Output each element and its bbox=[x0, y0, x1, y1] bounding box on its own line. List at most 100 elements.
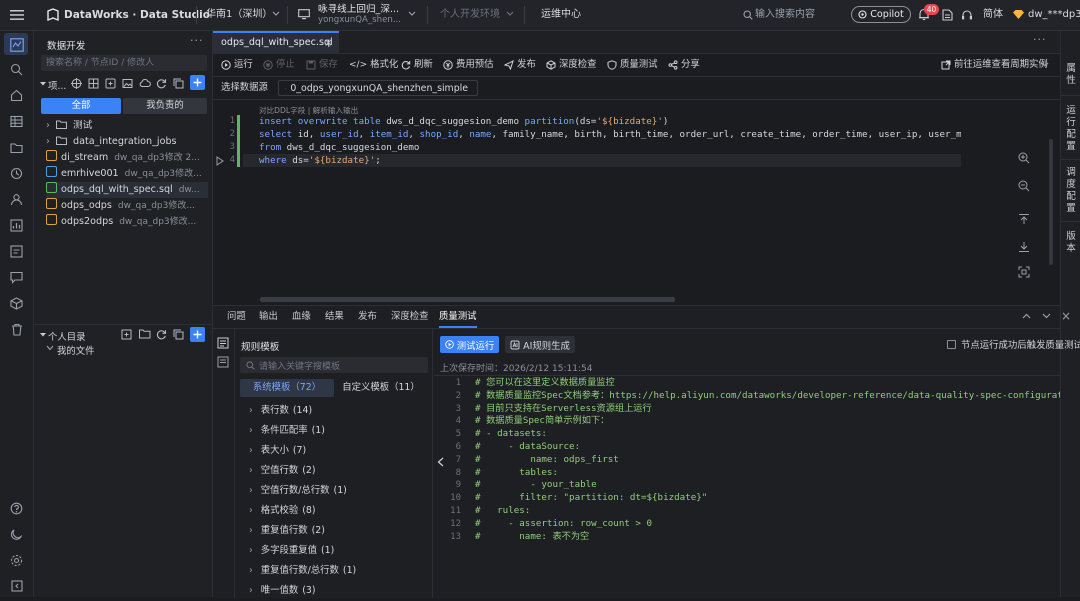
home-icon[interactable] bbox=[8, 87, 25, 104]
target-icon[interactable] bbox=[71, 78, 82, 89]
template-item[interactable]: › 重复值行数/总行数 (1) bbox=[249, 561, 429, 581]
quality-test-button[interactable]: 质量测试 bbox=[607, 54, 658, 76]
trigger-checkbox[interactable] bbox=[947, 340, 956, 349]
chevron-up-icon[interactable] bbox=[1022, 313, 1031, 319]
code-line[interactable]: select id, user_id, item_id, shop_id, na… bbox=[259, 128, 961, 141]
env-selector[interactable]: 个人开发环境 bbox=[440, 0, 500, 30]
rule-list-icon[interactable] bbox=[217, 356, 229, 368]
tree-folder-data-integration[interactable]: › data_integration_jobs bbox=[46, 134, 208, 150]
fit-screen-icon[interactable] bbox=[1018, 266, 1030, 278]
document-icon[interactable] bbox=[942, 9, 953, 21]
api-icon[interactable] bbox=[8, 243, 25, 260]
tree-file-di-stream[interactable]: di_stream dw_qa_dp3修改 2... bbox=[46, 150, 208, 166]
run-button[interactable]: 运行 bbox=[221, 54, 253, 76]
chevron-right-icon[interactable]: › bbox=[249, 485, 253, 496]
brand-title[interactable]: DataWorks · Data Studio bbox=[64, 0, 210, 30]
goto-ops-button[interactable]: 前往运维查看周期实例 bbox=[941, 54, 1048, 76]
global-search-input[interactable]: 输入搜索内容 bbox=[755, 0, 815, 30]
properties-tab[interactable]: 属性 bbox=[1064, 63, 1078, 87]
quality-spec-editor[interactable]: # 您可以在这里定义数据质量监控 # 数据质量监控Spec文档参考：https:/… bbox=[475, 377, 1060, 543]
personal-dir-title[interactable]: 个人目录 bbox=[48, 329, 86, 343]
collapse-sidebar-icon[interactable] bbox=[8, 577, 25, 594]
collapse-panel-icon[interactable] bbox=[437, 457, 444, 467]
test-run-button[interactable]: 测试运行 bbox=[440, 336, 499, 353]
workspace-selector[interactable]: 咏寻线上回归_深... yongxunQA_shen... bbox=[318, 4, 401, 26]
trash-icon[interactable] bbox=[8, 321, 25, 338]
sql-code[interactable]: insert overwrite table dws_d_dqc_suggesi… bbox=[259, 115, 961, 167]
tab-quality-test[interactable]: 质量测试 bbox=[439, 306, 477, 328]
close-icon[interactable]: × bbox=[324, 33, 333, 52]
custom-templates-tab[interactable]: 自定义模板（11） bbox=[334, 379, 428, 397]
add-file-icon[interactable] bbox=[121, 329, 132, 340]
template-item[interactable]: › 多字段重复值 (1) bbox=[249, 541, 429, 561]
template-item[interactable]: › 表大小 (7) bbox=[249, 441, 429, 461]
moon-icon[interactable] bbox=[8, 526, 25, 543]
spec-line[interactable]: # name: odps_first bbox=[475, 454, 1060, 467]
chart-icon[interactable] bbox=[8, 217, 25, 234]
collapse-arrow-icon[interactable] bbox=[39, 81, 47, 87]
format-button[interactable]: </> 格式化 bbox=[349, 54, 398, 76]
close-icon[interactable]: × bbox=[1061, 309, 1071, 323]
tab-publish[interactable]: 发布 bbox=[358, 306, 377, 328]
help-icon[interactable] bbox=[8, 500, 25, 517]
spec-line[interactable]: # rules: bbox=[475, 505, 1060, 518]
language-switch[interactable]: 简体 bbox=[983, 0, 1003, 30]
image-icon[interactable] bbox=[122, 78, 133, 89]
spec-line[interactable]: # - your_table bbox=[475, 479, 1060, 492]
tree-folder-test[interactable]: › 测试 bbox=[46, 118, 208, 134]
data-studio-icon[interactable] bbox=[8, 36, 25, 53]
collapse-arrow-icon[interactable] bbox=[39, 332, 47, 338]
refresh-icon[interactable] bbox=[156, 329, 167, 340]
table-icon[interactable] bbox=[8, 113, 25, 130]
spec-line[interactable]: # - dataSource: bbox=[475, 441, 1060, 454]
datasource-select[interactable]: 0_odps_yongxunQA_shenzhen_simple bbox=[278, 80, 478, 96]
tab-problems[interactable]: 问题 bbox=[227, 306, 246, 328]
run-config-tab[interactable]: 运行配置 bbox=[1064, 105, 1078, 153]
explorer-search-input[interactable]: 搜索名称 / 节点ID / 修改人 bbox=[41, 55, 207, 71]
template-search-input[interactable]: 请输入关键字搜模板 bbox=[240, 357, 428, 373]
more-icon[interactable]: ··· bbox=[1033, 33, 1047, 46]
chevron-right-icon[interactable]: › bbox=[249, 565, 253, 576]
template-item[interactable]: › 格式校验 (8) bbox=[249, 501, 429, 521]
filter-mine-button[interactable]: 我负责的 bbox=[123, 98, 207, 114]
code-line[interactable]: where ds='${bizdate}'; bbox=[259, 154, 961, 167]
cloud-icon[interactable] bbox=[139, 78, 151, 88]
message-icon[interactable] bbox=[8, 269, 25, 286]
gear-icon[interactable] bbox=[8, 552, 25, 569]
add-folder-icon[interactable] bbox=[139, 329, 151, 339]
spec-line[interactable]: # 目前只支持在Serverless资源组上运行 bbox=[475, 403, 1060, 416]
system-templates-tab[interactable]: 系统模板（72） bbox=[240, 379, 334, 397]
chevron-right-icon[interactable]: › bbox=[249, 545, 253, 556]
chevron-right-icon[interactable]: › bbox=[249, 585, 253, 596]
add-button[interactable] bbox=[190, 75, 205, 90]
chevron-down-icon[interactable] bbox=[272, 11, 280, 17]
zoom-out-icon[interactable] bbox=[1018, 180, 1030, 192]
code-line[interactable]: insert overwrite table dws_d_dqc_suggesi… bbox=[259, 115, 961, 128]
my-files-item[interactable]: 我的文件 bbox=[57, 343, 95, 357]
spec-line[interactable]: # - datasets: bbox=[475, 428, 1060, 441]
tree-file-odps-dql-with-spec[interactable]: odps_dql_with_spec.sql dw... bbox=[46, 182, 208, 198]
more-icon[interactable]: ··· bbox=[190, 34, 204, 47]
refresh-button[interactable]: 刷新 bbox=[401, 54, 433, 76]
chevron-right-icon[interactable]: › bbox=[249, 445, 253, 456]
copy-icon[interactable] bbox=[173, 78, 184, 89]
copy-icon[interactable] bbox=[173, 329, 184, 340]
spec-line[interactable]: # tables: bbox=[475, 467, 1060, 480]
editor-tab-active[interactable]: odps_dql_with_spec.sql × bbox=[213, 31, 339, 53]
template-item[interactable]: › 唯一值数 (3) bbox=[249, 581, 429, 601]
add-button[interactable] bbox=[190, 327, 205, 342]
clock-icon[interactable] bbox=[8, 165, 25, 182]
search-icon[interactable] bbox=[743, 10, 753, 20]
ai-generate-button[interactable]: AI规则生成 bbox=[505, 336, 575, 353]
spec-line[interactable]: # name: 表不为空 bbox=[475, 531, 1060, 544]
deep-check-button[interactable]: 深度检查 bbox=[546, 54, 597, 76]
template-item[interactable]: › 空值行数 (2) bbox=[249, 461, 429, 481]
tab-results[interactable]: 结果 bbox=[325, 306, 344, 328]
headset-icon[interactable] bbox=[961, 9, 973, 21]
spec-line[interactable]: # 您可以在这里定义数据质量监控 bbox=[475, 377, 1060, 390]
version-tab[interactable]: 版本 bbox=[1064, 231, 1078, 255]
spec-line[interactable]: # 数据质量监控Spec文档参考：https://help.aliyun.com… bbox=[475, 390, 1060, 403]
publish-button[interactable]: 发布 bbox=[504, 54, 536, 76]
user-account[interactable]: dw_***dp3 bbox=[1028, 0, 1080, 30]
code-line[interactable]: from dws_d_dqc_suggesion_demo bbox=[259, 141, 961, 154]
